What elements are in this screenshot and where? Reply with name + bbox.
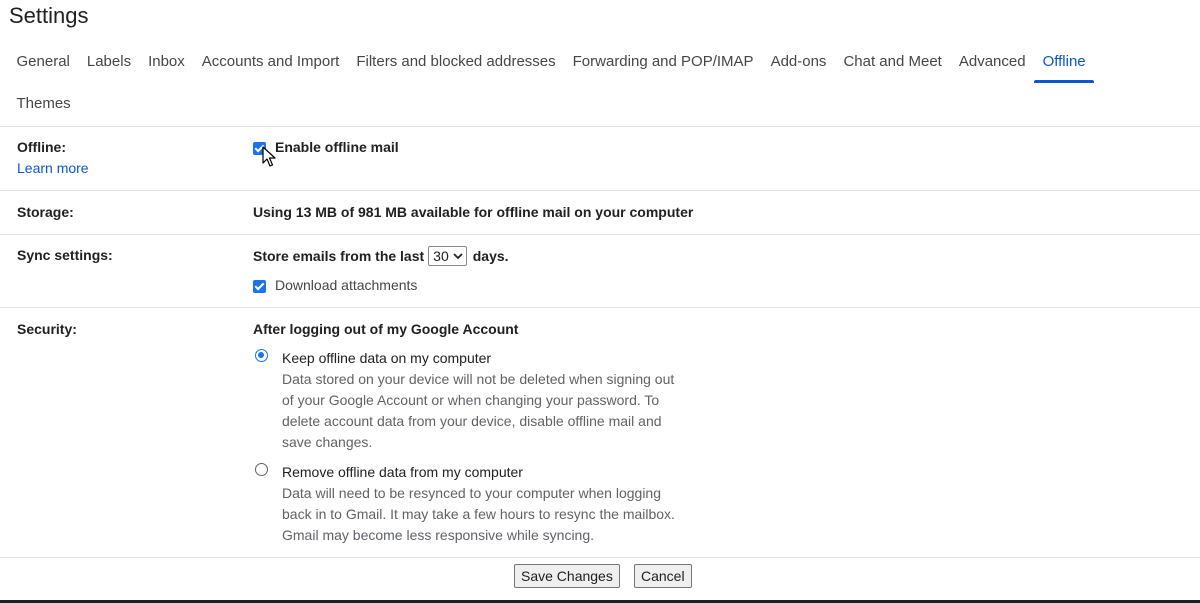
remove-offline-data-label: Remove offline data from my computer: [282, 464, 523, 480]
description-line: Data will need to be resynced to your co…: [282, 485, 661, 501]
sync-days-value: 30: [433, 248, 449, 264]
tab-chat-and-meet[interactable]: Chat and Meet: [835, 41, 950, 83]
tab-inbox[interactable]: Inbox: [140, 41, 194, 83]
storage-value: Using 13 MB of 981 MB available for offl…: [253, 204, 694, 220]
learn-more-link[interactable]: Learn more: [17, 160, 89, 176]
description-line: Data stored on your device will not be d…: [282, 371, 675, 387]
save-changes-button[interactable]: Save Changes: [514, 564, 620, 588]
settings-tabs-row-2: Themes: [8, 83, 79, 125]
offline-label: Offline:: [17, 139, 66, 155]
sync-prefix: Store emails from the last: [253, 248, 425, 264]
sync-days-row: Store emails from the last 30 days.: [253, 245, 509, 267]
cancel-button[interactable]: Cancel: [634, 564, 692, 588]
security-label: Security:: [17, 321, 77, 337]
sync-settings-label: Sync settings:: [17, 247, 113, 263]
divider: [0, 190, 1200, 191]
tab-add-ons[interactable]: Add-ons: [762, 41, 835, 83]
security-heading: After logging out of my Google Account: [253, 321, 519, 337]
tab-filters[interactable]: Filters and blocked addresses: [348, 41, 564, 83]
tab-forwarding[interactable]: Forwarding and POP/IMAP: [564, 41, 762, 83]
mouse-pointer-icon: [262, 146, 276, 167]
remove-offline-data-radio[interactable]: [255, 463, 268, 476]
tab-advanced[interactable]: Advanced: [950, 41, 1034, 83]
storage-label: Storage:: [17, 204, 74, 220]
keep-offline-data-label: Keep offline data on my computer: [282, 350, 492, 366]
keep-offline-data-description: Data stored on your device will not be d…: [282, 369, 674, 453]
description-line: delete account data from your device, di…: [282, 413, 662, 429]
tab-labels[interactable]: Labels: [78, 41, 139, 83]
tab-general[interactable]: General: [8, 41, 78, 83]
tab-accounts-and-import[interactable]: Accounts and Import: [193, 41, 348, 83]
divider: [0, 234, 1200, 235]
tab-offline[interactable]: Offline: [1034, 41, 1095, 83]
description-line: of your Google Account or when changing …: [282, 392, 660, 408]
description-line: Gmail may become less responsive while s…: [282, 527, 595, 543]
chevron-down-icon: [453, 253, 463, 260]
settings-tabs: General Labels Inbox Accounts and Import…: [8, 41, 1095, 83]
tab-themes[interactable]: Themes: [8, 83, 79, 125]
download-attachments-checkbox[interactable]: [253, 280, 266, 293]
divider: [0, 557, 1200, 558]
remove-offline-data-description: Data will need to be resynced to your co…: [282, 483, 675, 546]
sync-suffix: days.: [472, 248, 509, 264]
download-attachments-label: Download attachments: [275, 277, 418, 293]
description-line: save changes.: [282, 434, 373, 450]
page-title: Settings: [9, 3, 89, 28]
keep-offline-data-radio[interactable]: [255, 349, 268, 362]
divider: [0, 307, 1200, 308]
enable-offline-label: Enable offline mail: [275, 139, 399, 155]
divider: [0, 126, 1200, 127]
description-line: back in to Gmail. It may take a few hour…: [282, 506, 675, 522]
sync-days-select[interactable]: 30: [428, 246, 467, 266]
